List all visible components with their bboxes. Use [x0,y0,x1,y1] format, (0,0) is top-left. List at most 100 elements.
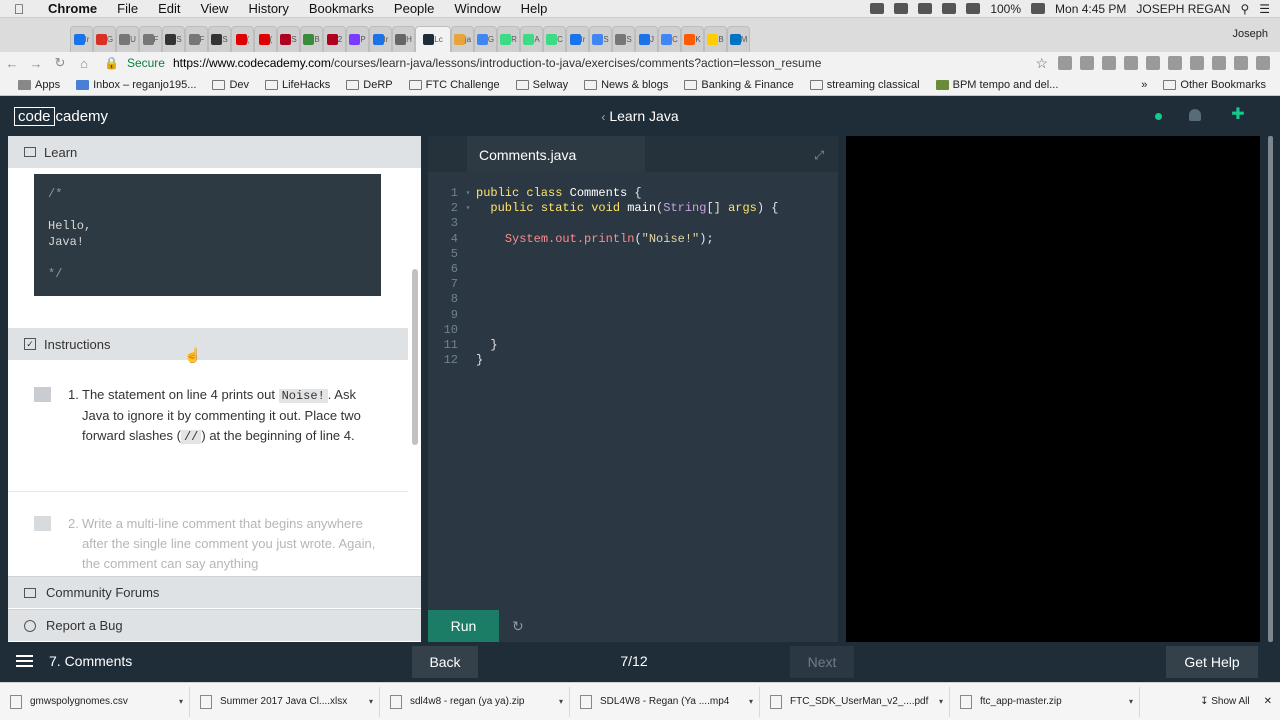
browser-tab[interactable]: Lc [415,26,451,52]
download-item[interactable]: SDL4W8 - Regan (Ya ....mp4 ▾ [574,686,760,717]
secure-lock-icon[interactable]: 🔒 [104,56,119,70]
back-arrow-icon[interactable]: ← [0,56,24,71]
learn-header[interactable]: Learn [8,136,421,168]
browser-tab[interactable]: C [543,26,566,52]
panel-scrollbar[interactable] [412,269,418,445]
close-shelf-icon[interactable]: ✕ [1264,696,1272,707]
browser-tab[interactable]: J [635,26,658,52]
code-editor[interactable]: Comments.java ⤢ 1 ▾ public class Comments … [428,136,838,610]
browser-tab[interactable]: M [727,26,750,52]
next-button[interactable]: Next [790,646,854,678]
browser-tab[interactable]: B [300,26,323,52]
bluetooth-icon[interactable] [942,3,957,14]
get-help-button[interactable]: Get Help [1166,646,1258,678]
editor-line[interactable]: 12} [428,353,779,368]
bookmark-item[interactable]: Dev [206,79,255,91]
download-item[interactable]: sdl4w8 - regan (ya ya).zip ▾ [384,686,570,717]
page-scrollbar[interactable] [1268,136,1273,642]
menu-bookmarks[interactable]: Bookmarks [299,1,384,16]
apple-icon[interactable]:  [0,1,38,17]
dropbox-icon[interactable] [894,3,909,14]
editor-line[interactable]: 4 System.out.println("Noise!"); [428,232,779,247]
editor-lines[interactable]: 1 ▾ public class Comments {2 ▾ public stati… [428,186,779,368]
editor-line[interactable]: 1 ▾ public class Comments { [428,186,779,201]
browser-tab[interactable]: S [589,26,612,52]
editor-line[interactable]: 11 } [428,338,779,353]
menu-file[interactable]: File [107,1,148,16]
forward-arrow-icon[interactable]: → [24,56,48,71]
editor-line[interactable]: 7 [428,277,779,292]
browser-tab[interactable]: 2 [323,26,346,52]
menubar-user[interactable]: JOSEPH REGAN [1136,2,1230,16]
browser-tab[interactable]: G [474,26,497,52]
spotlight-icon[interactable]: ⚲ [1240,2,1249,16]
other-bookmarks[interactable]: Other Bookmarks [1157,79,1272,91]
bookmark-item[interactable]: FTC Challenge [403,79,506,91]
download-menu-caret-icon[interactable]: ▾ [749,697,753,706]
download-menu-caret-icon[interactable]: ▾ [369,697,373,706]
browser-tab[interactable]: S [277,26,300,52]
notification-center-icon[interactable]: ☰ [1259,2,1270,16]
expand-icon[interactable]: ⤢ [814,148,824,163]
editor-line[interactable]: 5 [428,247,779,262]
menu-window[interactable]: Window [444,1,510,16]
browser-tab[interactable]: S [162,26,185,52]
bookmark-item[interactable]: LifeHacks [259,79,336,91]
editor-line[interactable]: 8 [428,292,779,307]
bookmarks-overflow-chevron-icon[interactable]: » [1135,79,1153,91]
camera-icon[interactable] [918,3,933,14]
battery-icon[interactable] [1031,3,1046,14]
notification-bell-icon[interactable] [1189,109,1201,121]
fold-arrow-icon[interactable]: ▾ [460,201,476,216]
menu-help[interactable]: Help [511,1,558,16]
menu-people[interactable]: People [384,1,444,16]
browser-tab[interactable]: R [497,26,520,52]
bookmark-item[interactable]: Banking & Finance [678,79,799,91]
download-menu-caret-icon[interactable]: ▾ [1129,697,1133,706]
battery-percent[interactable]: 100% [990,2,1021,16]
download-menu-caret-icon[interactable]: ▾ [939,697,943,706]
reset-icon[interactable]: ↻ [512,618,524,635]
download-item[interactable]: Summer 2017 Java Cl....xlsx ▾ [194,686,380,717]
editor-line[interactable]: 3 [428,216,779,231]
back-button[interactable]: Back [412,646,478,678]
menu-history[interactable]: History [238,1,298,16]
browser-tab[interactable]: K [681,26,704,52]
download-menu-caret-icon[interactable]: ▾ [179,697,183,706]
browser-tab[interactable]: Ir [369,26,392,52]
menubar-clock[interactable]: Mon 4:45 PM [1055,2,1126,16]
chrome-menu-icon[interactable] [1256,56,1270,70]
browser-tab[interactable]: F [185,26,208,52]
lesson-name[interactable]: 7. Comments [49,653,132,669]
extension-icon[interactable] [1212,56,1226,70]
menu-edit[interactable]: Edit [148,1,190,16]
home-icon[interactable]: ⌂ [72,56,96,71]
browser-tab[interactable]: C [658,26,681,52]
reload-icon[interactable]: ↻ [48,55,72,71]
url-input[interactable]: https://www.codecademy.com/courses/learn… [173,56,821,70]
course-title-link[interactable]: ‹ Learn Java [600,108,680,124]
extension-icon[interactable] [1168,56,1182,70]
browser-tab[interactable]: G [93,26,116,52]
fold-arrow-icon[interactable]: ▾ [460,186,476,201]
bookmark-item[interactable]: BPM tempo and del... [930,79,1065,91]
airplay-icon[interactable] [870,3,885,14]
browser-tab[interactable]: P [346,26,369,52]
editor-line[interactable]: 2 ▾ public static void main(String[] args… [428,201,779,216]
browser-tab[interactable]: A [520,26,543,52]
bookmark-item[interactable]: streaming classical [804,79,926,91]
menu-app-name[interactable]: Chrome [38,1,107,16]
extension-icon[interactable] [1146,56,1160,70]
profile-avatar-icon[interactable]: ✚ [1229,106,1247,124]
extension-icon[interactable] [1102,56,1116,70]
bookmark-item[interactable]: News & blogs [578,79,674,91]
show-all-downloads[interactable]: ↧ Show All [1200,696,1250,707]
download-menu-caret-icon[interactable]: ▾ [559,697,563,706]
codecademy-logo[interactable]: code cademy [14,106,108,126]
extension-icon[interactable] [1124,56,1138,70]
community-forums-link[interactable]: Community Forums [8,576,421,608]
browser-tab[interactable]: U [116,26,139,52]
wifi-icon[interactable] [966,3,981,14]
bookmark-item[interactable]: Apps [12,79,66,91]
task-checkbox[interactable] [34,516,51,531]
